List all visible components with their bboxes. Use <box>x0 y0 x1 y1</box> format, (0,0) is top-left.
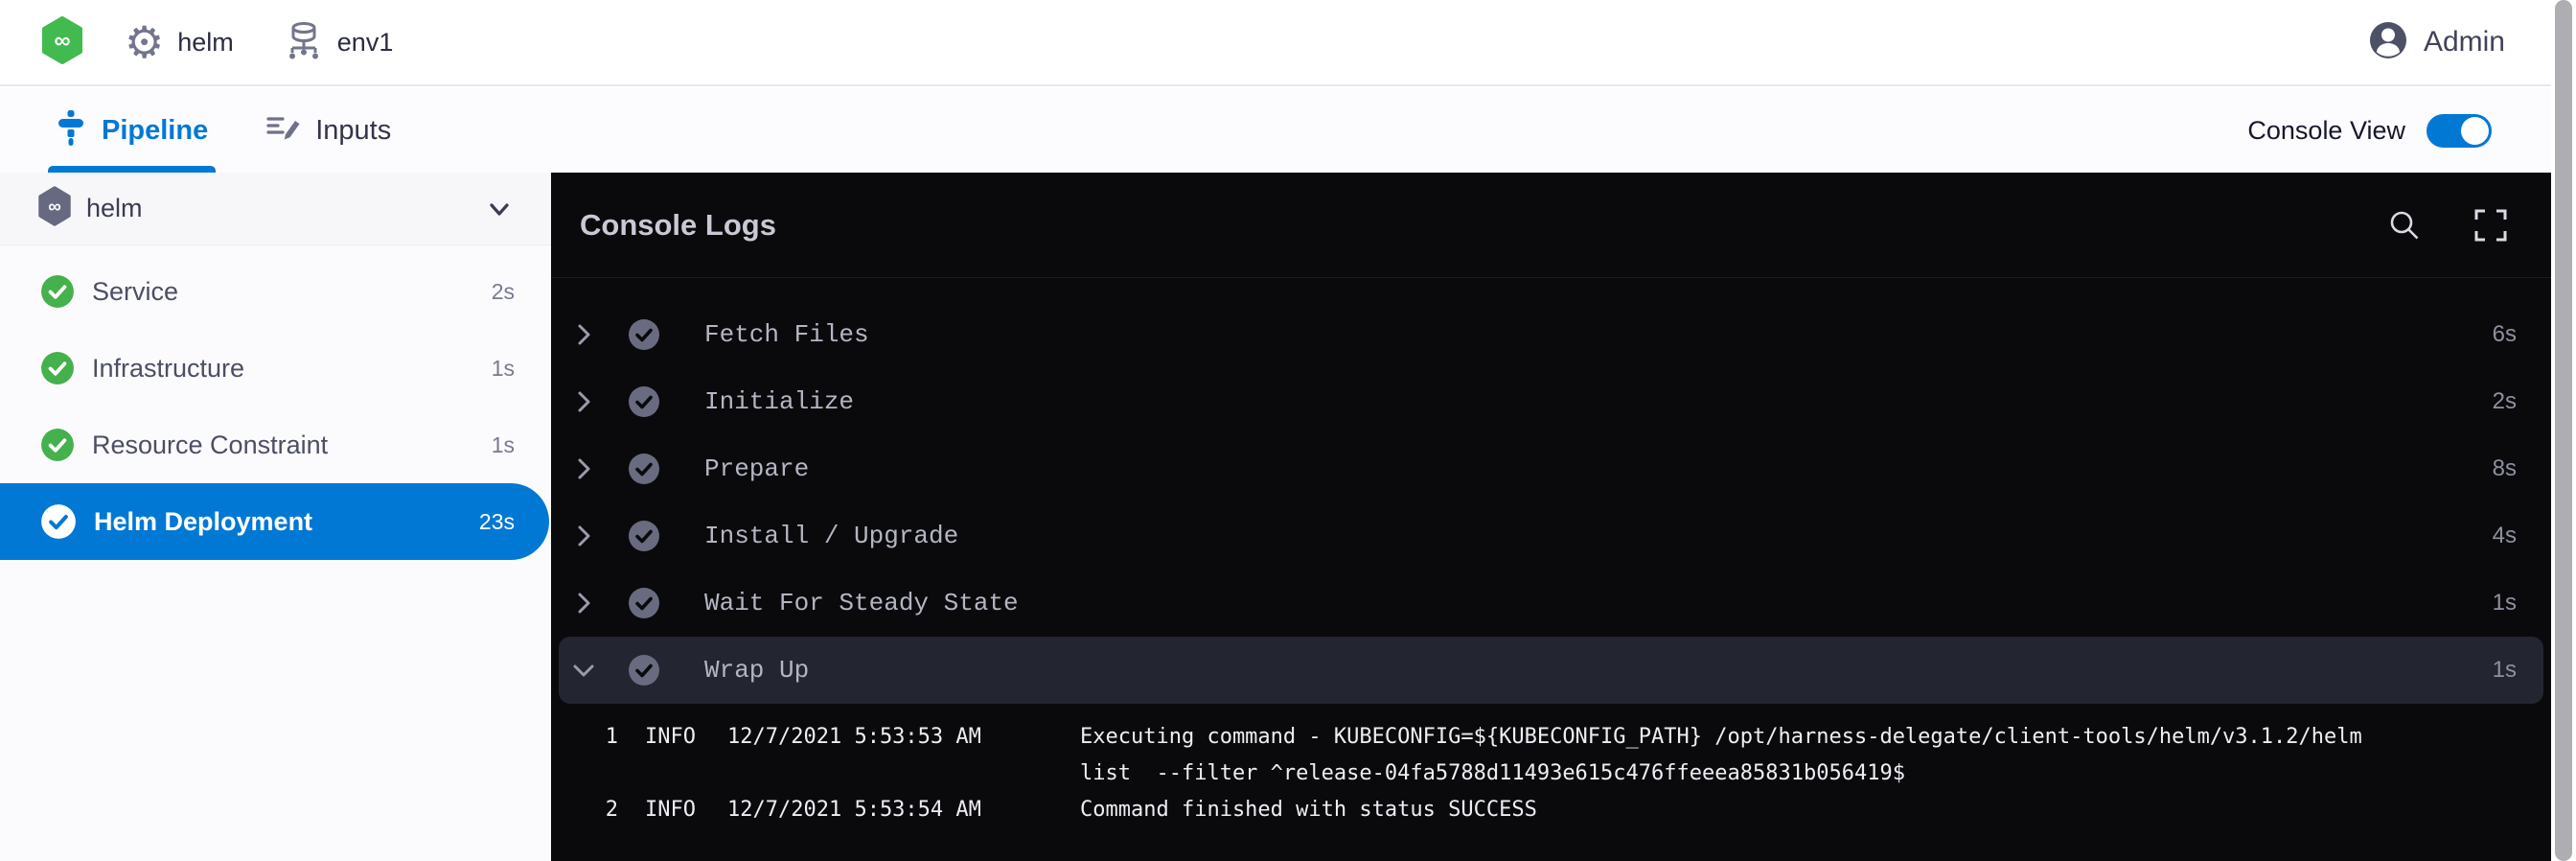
log-message: Command finished with status SUCCESS <box>1080 792 2403 828</box>
console-step-duration: 8s <box>2493 455 2517 482</box>
project-name[interactable]: helm <box>177 28 234 58</box>
avatar-icon[interactable] <box>2368 20 2408 65</box>
console-step-label: Wait For Steady State <box>704 589 1019 617</box>
console-step-label: Initialize <box>704 387 854 416</box>
tab-label: Pipeline <box>102 115 208 147</box>
log-line-number: 2 <box>551 792 618 828</box>
console-view-control: Console View <box>2247 114 2551 148</box>
console-step-label: Fetch Files <box>704 320 869 349</box>
pipeline-icon <box>56 110 86 151</box>
svg-text:∞: ∞ <box>54 28 70 54</box>
expand-chevron-icon[interactable] <box>570 321 597 348</box>
console-actions <box>2386 207 2509 244</box>
console-view-toggle[interactable] <box>2426 114 2492 148</box>
sidebar-step-resource-constraint[interactable]: Resource Constraint 1s <box>0 407 551 483</box>
svg-text:∞: ∞ <box>48 198 61 218</box>
active-tab-underline <box>48 166 216 173</box>
tab-label: Inputs <box>315 115 391 147</box>
search-icon[interactable] <box>2386 207 2423 244</box>
stage-step-duration: 2s <box>492 279 515 305</box>
status-success-icon <box>40 503 77 540</box>
stage-step-label: Helm Deployment <box>94 507 312 537</box>
console-step-label: Wrap Up <box>704 656 809 685</box>
inputs-icon <box>265 112 300 150</box>
fullscreen-icon[interactable] <box>2472 207 2509 244</box>
status-success-icon <box>628 453 660 485</box>
stage-step-duration: 1s <box>492 432 515 458</box>
user-name[interactable]: Admin <box>2424 26 2505 58</box>
status-success-icon <box>628 654 660 686</box>
gear-icon[interactable]: ⚙ <box>125 20 164 64</box>
console-step-duration: 4s <box>2493 523 2517 549</box>
log-timestamp: 12/7/2021 5:53:53 AM <box>727 719 1080 792</box>
sidebar-step-service[interactable]: Service 2s <box>0 253 551 330</box>
console-step-label: Prepare <box>704 454 809 483</box>
status-success-icon <box>628 385 660 418</box>
log-message: Executing command - KUBECONFIG=${KUBECON… <box>1080 719 2403 792</box>
sidebar-step-infrastructure[interactable]: Infrastructure 1s <box>0 330 551 407</box>
status-success-icon <box>628 587 660 619</box>
tab-bar: Pipeline Inputs Console View <box>0 88 2551 173</box>
stage-step-duration: 1s <box>492 356 515 382</box>
stage-group-header[interactable]: ∞ helm <box>0 173 551 245</box>
expand-chevron-icon[interactable] <box>570 590 597 617</box>
expand-chevron-icon[interactable] <box>570 455 597 482</box>
log-line-number: 1 <box>551 719 618 792</box>
status-success-icon <box>628 520 660 552</box>
sidebar-step-helm-deployment[interactable]: Helm Deployment 23s <box>0 483 549 560</box>
stage-step-label: Resource Constraint <box>92 430 328 460</box>
stage-step-label: Infrastructure <box>92 354 244 384</box>
log-timestamp: 12/7/2021 5:53:54 AM <box>727 792 1080 828</box>
stage-group-label: helm <box>86 194 143 223</box>
stage-step-duration: 23s <box>479 509 515 535</box>
page-scrollbar[interactable] <box>2551 0 2576 861</box>
console-title: Console Logs <box>580 208 776 243</box>
console-logs-panel: Console Logs Fetch Files 6s <box>551 173 2551 861</box>
chevron-down-icon[interactable] <box>484 194 515 224</box>
top-bar-right: Admin <box>2368 20 2551 65</box>
top-bar: ∞ ⚙ helm env1 <box>0 0 2551 86</box>
scrollbar-thumb[interactable] <box>2555 0 2572 861</box>
log-line: 2 INFO12/7/2021 5:53:54 AMCommand finishe… <box>551 792 2551 828</box>
console-step-prepare[interactable]: Prepare 8s <box>559 435 2543 502</box>
log-level: INFO <box>645 719 727 792</box>
log-line: 1 INFO12/7/2021 5:53:53 AMExecuting comma… <box>551 719 2551 792</box>
expand-chevron-icon[interactable] <box>570 388 597 415</box>
stage-step-label: Service <box>92 277 178 307</box>
tab-inputs[interactable]: Inputs <box>258 88 399 173</box>
console-step-initialize[interactable]: Initialize 2s <box>559 368 2543 435</box>
stage-hexagon-icon: ∞ <box>36 186 73 231</box>
top-bar-left: ∞ ⚙ helm env1 <box>0 16 393 69</box>
console-step-duration: 6s <box>2493 321 2517 348</box>
console-header: Console Logs <box>551 173 2551 278</box>
console-step-list: Fetch Files 6s Initialize 2s Prepare 8s Ins… <box>551 278 2551 704</box>
tab-pipeline[interactable]: Pipeline <box>48 88 216 173</box>
pipeline-stage-sidebar: ∞ helm Service 2s Infrastructure 1s Resour… <box>0 173 551 861</box>
environment-icon <box>284 19 324 65</box>
console-step-wait-for-steady-state[interactable]: Wait For Steady State 1s <box>559 570 2543 637</box>
toggle-knob <box>2461 117 2489 145</box>
console-view-label: Console View <box>2247 116 2405 146</box>
status-success-icon <box>40 428 75 462</box>
console-step-install-upgrade[interactable]: Install / Upgrade 4s <box>559 502 2543 570</box>
console-step-duration: 1s <box>2493 590 2517 617</box>
log-level: INFO <box>645 792 727 828</box>
console-step-duration: 1s <box>2493 657 2517 684</box>
status-success-icon <box>40 274 75 309</box>
console-step-fetch-files[interactable]: Fetch Files 6s <box>559 301 2543 368</box>
collapse-chevron-icon[interactable] <box>570 657 597 684</box>
console-step-duration: 2s <box>2493 388 2517 415</box>
harness-project-icon[interactable]: ∞ <box>40 16 84 69</box>
status-success-icon <box>628 318 660 351</box>
console-step-label: Install / Upgrade <box>704 522 958 550</box>
environment-name[interactable]: env1 <box>337 28 394 58</box>
stage-step-list: Service 2s Infrastructure 1s Resource Cons… <box>0 245 551 560</box>
console-step-wrap-up[interactable]: Wrap Up 1s <box>559 637 2543 704</box>
console-log-output: 1 INFO12/7/2021 5:53:53 AMExecuting comma… <box>551 704 2551 828</box>
expand-chevron-icon[interactable] <box>570 523 597 549</box>
status-success-icon <box>40 351 75 385</box>
